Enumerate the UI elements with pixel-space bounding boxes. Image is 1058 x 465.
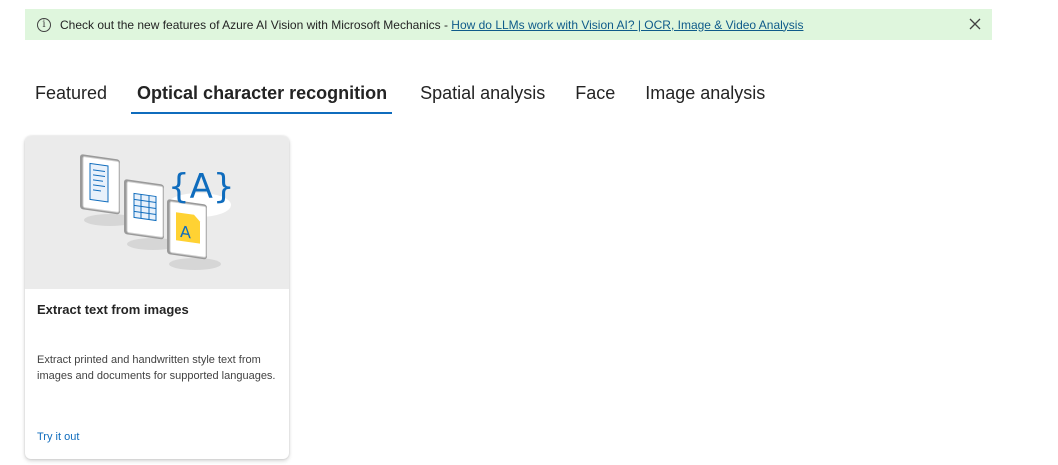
close-icon[interactable] (968, 17, 982, 31)
ocr-illustration: A {A} (25, 136, 289, 289)
tab-spatial-analysis[interactable]: Spatial analysis (420, 83, 545, 114)
tab-optical-character-recognition[interactable]: Optical character recognition (131, 83, 393, 114)
ocr-card[interactable]: A {A} Extract text from images Extract p… (25, 136, 289, 459)
ocr-illustration-glyph: {A} (168, 167, 235, 207)
card-title: Extract text from images (37, 302, 189, 317)
info-banner: i Check out the new features of Azure AI… (25, 9, 992, 40)
card-description: Extract printed and handwritten style te… (37, 354, 276, 382)
tab-image-analysis[interactable]: Image analysis (645, 83, 765, 114)
info-icon: i (37, 17, 51, 32)
banner-message-text: Check out the new features of Azure AI V… (60, 17, 452, 32)
tab-featured[interactable]: Featured (35, 83, 107, 114)
try-it-out-link[interactable]: Try it out (37, 431, 79, 443)
banner-message: Check out the new features of Azure AI V… (60, 18, 803, 32)
tab-bar: Featured Optical character recognition S… (35, 83, 795, 114)
tab-face[interactable]: Face (575, 83, 615, 114)
ocr-illustration-doc-letter: A (180, 222, 191, 242)
banner-link[interactable]: How do LLMs work with Vision AI? | OCR, … (451, 18, 803, 32)
